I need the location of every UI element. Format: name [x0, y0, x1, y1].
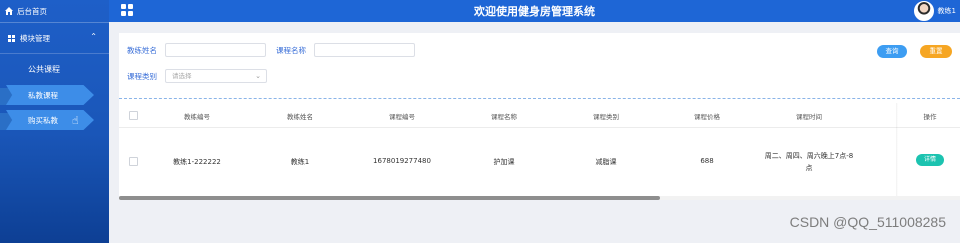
fixed-column-shadow [896, 103, 898, 199]
sidebar-item-label: 购买私教 [28, 115, 58, 125]
sidebar-home-label: 后台首页 [17, 6, 47, 16]
sidebar-group-label: 模块管理 [20, 33, 50, 43]
reset-button[interactable]: 重置 [920, 45, 952, 58]
sidebar-item-buy-private-course[interactable]: 购买私教 ☝ [0, 110, 109, 130]
detail-button[interactable]: 详情 [916, 154, 944, 166]
col-coach-id: 教练编号 [184, 113, 210, 121]
user-menu[interactable]: 教练1 [913, 1, 956, 21]
horizontal-scrollbar-thumb[interactable] [119, 196, 660, 200]
select-all-checkbox[interactable] [129, 111, 138, 120]
course-type-label: 课程类别 [127, 72, 157, 81]
row-course-time-line2: 点 [805, 164, 813, 172]
sidebar-group-module-management[interactable]: 模块管理 ⌃ [0, 23, 109, 54]
top-header: 欢迎使用健身房管理系统 教练1 [109, 0, 960, 22]
course-name-label: 课程名称 [276, 46, 306, 55]
course-name-input[interactable] [314, 43, 415, 57]
row-course-id: 1678019277480 [373, 157, 431, 165]
row-course-name: 护加课 [493, 158, 515, 166]
col-course-name: 课程名称 [491, 113, 517, 121]
chevron-up-icon: ⌃ [90, 32, 97, 41]
sidebar-item-label: 私教课程 [28, 90, 58, 100]
sidebar-item-private-course[interactable]: 私教课程 [0, 85, 109, 105]
row-course-type: 减脂课 [595, 158, 617, 166]
home-icon [4, 7, 14, 15]
sidebar: 后台首页 模块管理 ⌃ 公共课程 私教课程 购买私教 ☝ [0, 0, 109, 243]
coach-name-label: 教练姓名 [127, 46, 157, 55]
divider [119, 98, 960, 99]
col-course-time: 课程时间 [796, 113, 822, 121]
row-checkbox[interactable] [129, 157, 138, 166]
sidebar-home[interactable]: 后台首页 [0, 0, 109, 23]
avatar[interactable] [913, 1, 934, 21]
row-price: 688 [700, 157, 714, 165]
watermark: CSDN @QQ_511008285 [789, 214, 946, 230]
row-course-time-line1: 周二、周四、周六晚上7点-8 [764, 152, 854, 160]
col-course-type: 课程类别 [593, 113, 619, 121]
row-coach-name: 教练1 [290, 158, 310, 166]
chevron-down-icon: ⌄ [255, 72, 261, 80]
col-coach-name: 教练姓名 [287, 113, 313, 121]
search-button[interactable]: 查询 [877, 45, 907, 58]
content-card: 教练姓名 课程名称 课程类别 请选择 ⌄ 查询 重置 教练编号 教练姓名 课程编… [119, 33, 960, 200]
grid-icon [8, 34, 15, 42]
hand-cursor-icon: ☝ [72, 114, 79, 127]
col-action: 操作 [923, 113, 937, 121]
table-header: 教练编号 教练姓名 课程编号 课程名称 课程类别 课程价格 课程时间 操作 [119, 103, 960, 128]
username: 教练1 [937, 7, 956, 15]
page-title: 欢迎使用健身房管理系统 [474, 5, 595, 18]
course-type-placeholder: 请选择 [172, 72, 192, 80]
row-coach-id: 教练1-222222 [173, 158, 221, 166]
sidebar-item-public-course[interactable]: 公共课程 [0, 58, 109, 80]
course-type-select[interactable]: 请选择 ⌄ [165, 69, 267, 83]
col-price: 课程价格 [694, 113, 720, 121]
coach-name-input[interactable] [165, 43, 266, 57]
col-course-id: 课程编号 [389, 113, 415, 121]
sidebar-item-label: 公共课程 [28, 64, 60, 74]
